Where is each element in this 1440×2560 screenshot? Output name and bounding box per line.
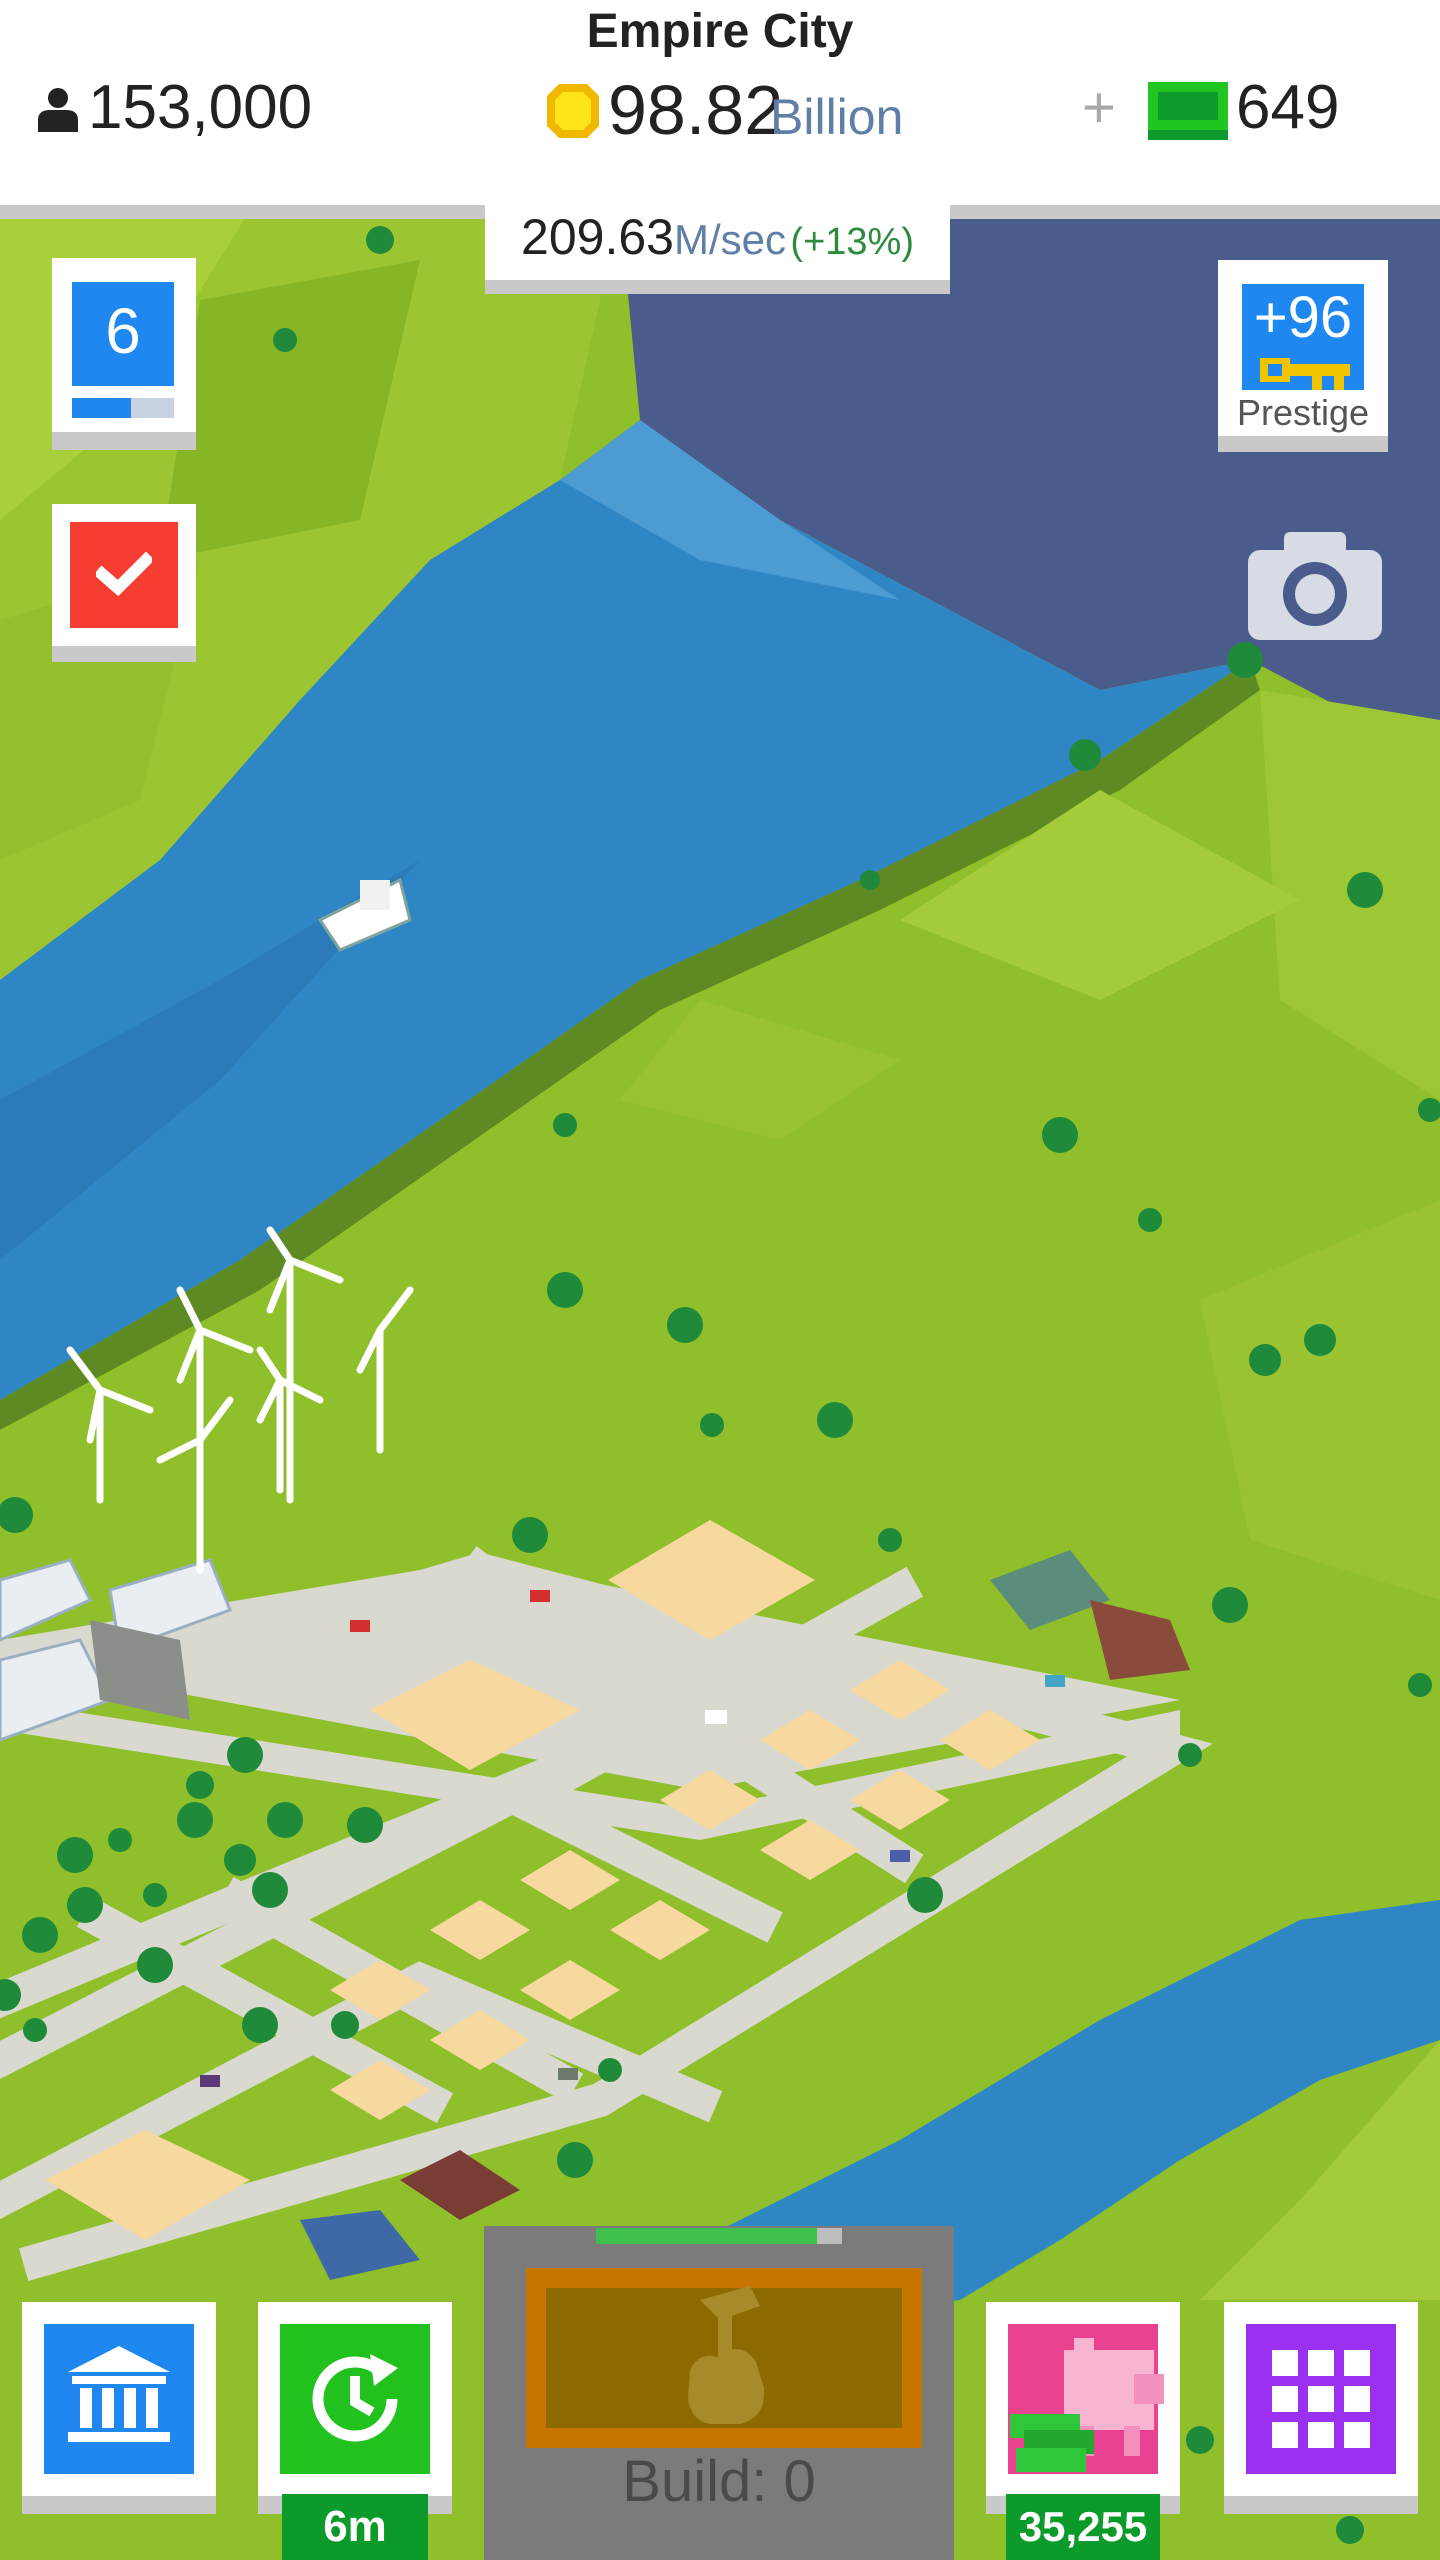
bank-icon [68, 2346, 170, 2442]
grid-menu-icon [1272, 2350, 1370, 2448]
hammer-hand-icon [688, 2286, 765, 2424]
income-value: 209.63 [521, 209, 674, 265]
tasks-button-shadow [52, 646, 196, 662]
population-value: 153,000 [88, 73, 313, 142]
coin-icon [547, 84, 599, 138]
prestige-value: +96 [1253, 285, 1353, 350]
piggy-bank-amount: 35,255 [1006, 2494, 1160, 2560]
build-progress-fill [596, 2228, 818, 2244]
level-number: 6 [105, 295, 141, 367]
person-icon [38, 88, 78, 132]
money-unit: Billion [770, 89, 904, 145]
money-value: 98.82 [608, 71, 784, 149]
camera-icon[interactable] [1248, 528, 1382, 640]
menu-button-shadow [1224, 2496, 1418, 2514]
level-button-shadow [52, 432, 196, 450]
income-bonus: (+13%) [790, 221, 914, 263]
income-tab-shadow [485, 280, 950, 294]
premium-cash-value: 649 [1236, 73, 1340, 142]
level-progress-fill [72, 398, 132, 418]
bank-button-shadow [22, 2496, 216, 2514]
prestige-button-shadow [1218, 436, 1388, 452]
cash-icon[interactable] [1148, 82, 1228, 140]
checkmark-icon [96, 552, 152, 596]
boost-timer: 6m [282, 2494, 428, 2560]
key-icon [1260, 358, 1350, 390]
income-rate: 209.63M/sec (+13%) [485, 208, 950, 266]
buy-cash-button[interactable]: + [1082, 74, 1116, 141]
prestige-label: Prestige [1236, 392, 1370, 433]
build-label: Build: 0 [622, 2449, 816, 2514]
income-unit: M/sec [673, 216, 786, 263]
city-name[interactable]: Empire City [0, 4, 1440, 59]
piggy-bank-icon [1010, 2338, 1164, 2472]
clock-refresh-icon [312, 2354, 398, 2442]
